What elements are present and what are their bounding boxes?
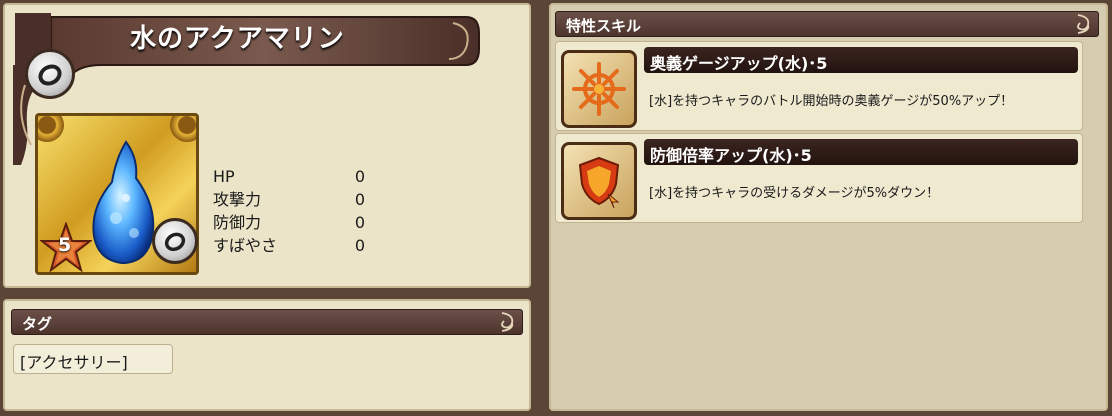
skill-name: 防御倍率アップ(水)･5 [644,139,1078,165]
trait-skill-panel: 特性スキル 奥義ゲージアップ(水)･5 [水]を持つキャラのバトル開始時の奥義ゲ… [549,3,1108,411]
skill-card[interactable]: 奥義ゲージアップ(水)･5 [水]を持つキャラのバトル開始時の奥義ゲージが50%… [555,41,1083,131]
stat-label: HP [213,167,235,186]
ring-category-icon [25,49,75,99]
skill-description: [水]を持つキャラのバトル開始時の奥義ゲージが50%アップ！ [649,94,1014,109]
stat-value: 0 [354,190,365,209]
stat-value: 0 [354,167,365,186]
ring-category-icon [152,218,198,264]
tag-header: タグ [11,309,523,335]
stat-list: HP 0 攻撃力 0 防御力 0 すばやさ 0 [213,165,365,257]
stat-value: 0 [354,236,365,255]
tag-panel: タグ [アクセサリー] [3,299,531,411]
skill-description: [水]を持つキャラの受けるダメージが5%ダウン！ [649,186,940,201]
stat-row-speed: すばやさ 0 [213,234,365,257]
stat-label: 攻撃力 [213,190,262,209]
skill-name: 奥義ゲージアップ(水)･5 [644,47,1078,73]
stat-row-hp: HP 0 [213,165,365,188]
stat-row-attack: 攻撃力 0 [213,188,365,211]
stat-label: すばやさ [213,236,278,255]
ougi-gauge-icon [561,50,637,128]
skill-header: 特性スキル [555,11,1099,37]
skill-card[interactable]: 防御倍率アップ(水)･5 [水]を持つキャラの受けるダメージが5%ダウン！ [555,133,1083,223]
curl-ornament-icon [501,312,514,332]
item-detail-panel: 水のアクアマリン 5 HP 0 攻撃力 0 防御力 0 すばやさ 0 [3,3,531,288]
curl-ornament-icon [1077,14,1090,34]
frame-corner-ornament [38,116,64,142]
tag-item[interactable]: [アクセサリー] [13,344,173,374]
tag-header-label: タグ [22,315,53,333]
rarity-number: 5 [58,234,72,256]
skill-header-label: 特性スキル [566,17,642,35]
frame-corner-ornament [170,116,196,142]
stat-value: 0 [354,213,365,232]
defense-shield-icon [561,142,637,220]
stat-row-defense: 防御力 0 [213,211,365,234]
item-name: 水のアクアマリン [130,24,345,54]
stat-label: 防御力 [213,213,262,232]
